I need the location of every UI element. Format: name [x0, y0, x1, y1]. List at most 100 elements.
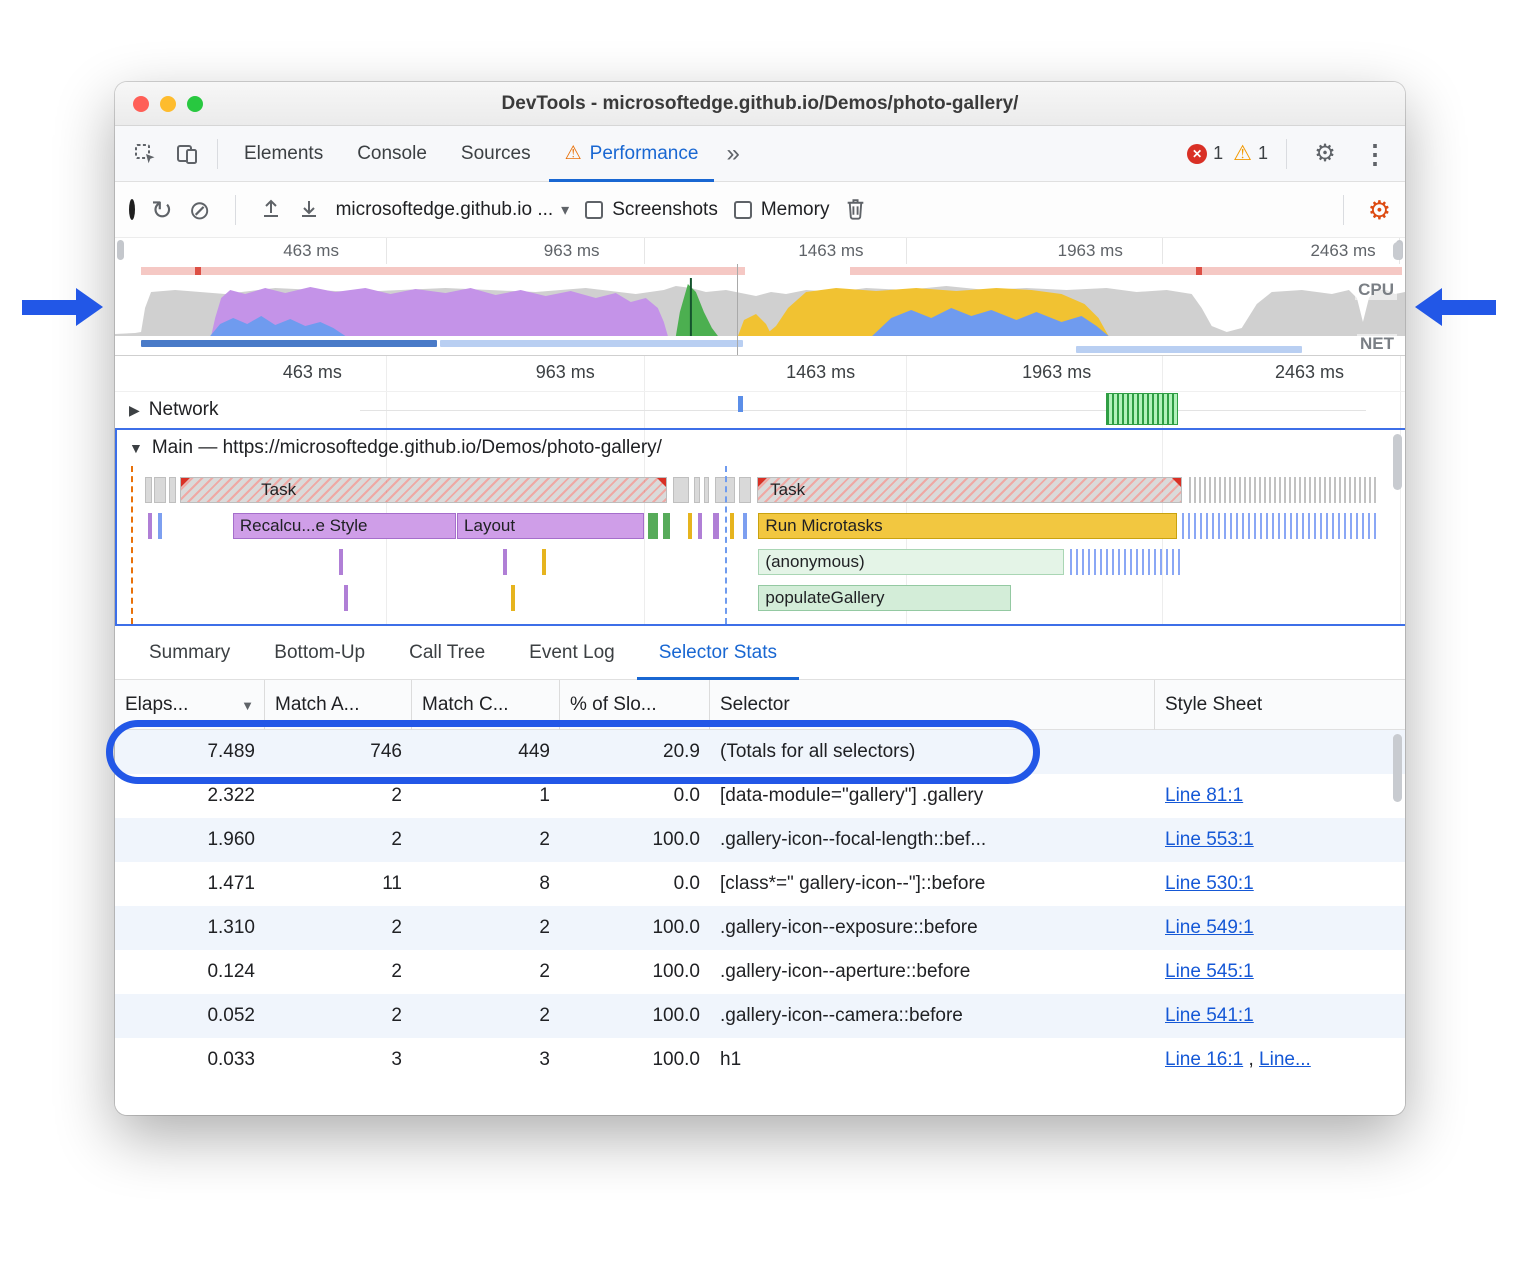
event-tick[interactable] [503, 549, 507, 575]
style-sheet-link[interactable]: Line 16:1 [1165, 1049, 1243, 1070]
error-badge[interactable]: ✕ 1 [1187, 143, 1223, 164]
dense-tasks-region[interactable] [1189, 477, 1377, 503]
event-tick[interactable] [663, 513, 670, 539]
annotation-arrow-right-head [1415, 288, 1442, 326]
save-profile-button[interactable] [298, 197, 320, 222]
record-button[interactable] [129, 202, 135, 217]
tab-event-log[interactable]: Event Log [507, 626, 637, 680]
task-bar[interactable]: Task [180, 477, 667, 503]
task-fragment[interactable] [145, 477, 151, 503]
style-sheet-link[interactable]: Line... [1259, 1049, 1311, 1070]
tab-call-tree[interactable]: Call Tree [387, 626, 507, 680]
event-tick[interactable] [511, 585, 515, 611]
tab-summary[interactable]: Summary [127, 626, 252, 680]
anonymous-function-bar[interactable]: (anonymous) [758, 549, 1063, 575]
event-tick[interactable] [148, 513, 152, 539]
column-header-style-sheet[interactable]: Style Sheet [1155, 680, 1405, 730]
more-tabs-button[interactable]: » [716, 126, 749, 182]
dense-events-region[interactable] [1070, 549, 1182, 575]
table-row-totals[interactable]: 7.489 746 449 20.9 (Totals for all selec… [115, 730, 1405, 774]
event-tick[interactable] [158, 513, 162, 539]
event-tick[interactable] [698, 513, 702, 539]
network-track[interactable]: ▶ Network [115, 392, 1405, 428]
history-select[interactable]: microsoftedge.github.io ... ▾ [336, 199, 570, 221]
column-header-elapsed[interactable]: Elaps... ▼ [115, 680, 265, 730]
table-row[interactable]: 1.960 2 2 100.0 .gallery-icon--focal-len… [115, 818, 1405, 862]
table-row[interactable]: 1.471 11 8 0.0 [class*=" gallery-icon--"… [115, 862, 1405, 906]
task-fragment[interactable] [739, 477, 751, 503]
run-microtasks-bar[interactable]: Run Microtasks [758, 513, 1177, 539]
main-thread-track[interactable]: ▼ Main — https://microsoftedge.github.io… [115, 428, 1405, 626]
style-sheet-link[interactable]: Line 553:1 [1165, 829, 1254, 850]
style-sheet-link[interactable]: Line 549:1 [1165, 917, 1254, 938]
zoom-button[interactable] [187, 96, 203, 112]
tab-selector-stats[interactable]: Selector Stats [637, 626, 799, 680]
event-tick[interactable] [688, 513, 692, 539]
minimize-button[interactable] [160, 96, 176, 112]
task-fragment[interactable] [694, 477, 700, 503]
reload-and-record-button[interactable]: ↻ [151, 197, 173, 223]
inspect-element-button[interactable] [125, 134, 165, 174]
cpu-activity-chart[interactable]: CPU [115, 278, 1405, 336]
tab-performance[interactable]: ⚠ Performance [549, 126, 715, 182]
table-row[interactable]: 0.033 3 3 100.0 h1 Line 16:1 , Line... [115, 1038, 1405, 1082]
memory-checkbox[interactable]: Memory [734, 199, 830, 221]
populate-gallery-bar[interactable]: populateGallery [758, 585, 1010, 611]
style-sheet-link[interactable]: Line 530:1 [1165, 873, 1254, 894]
event-tick[interactable] [730, 513, 734, 539]
style-sheet-link[interactable]: Line 545:1 [1165, 961, 1254, 982]
tab-console[interactable]: Console [341, 126, 443, 182]
screenshots-checkbox[interactable]: Screenshots [585, 199, 718, 221]
event-tick[interactable] [713, 513, 719, 539]
cell-match-count: 2 [412, 1005, 560, 1027]
network-request-marker[interactable] [738, 396, 743, 412]
scrollbar-thumb[interactable] [1393, 242, 1402, 260]
style-sheet-link[interactable]: Line 81:1 [1165, 785, 1243, 806]
event-tick[interactable] [648, 513, 658, 539]
network-request-block[interactable] [1106, 393, 1178, 425]
cell-elapsed: 1.471 [115, 873, 265, 895]
dense-events-region[interactable] [1182, 513, 1376, 539]
load-profile-button[interactable] [260, 197, 282, 222]
tab-sources[interactable]: Sources [445, 126, 547, 182]
clear-recording-button[interactable]: ⊘ [189, 197, 211, 223]
task-fragment[interactable] [154, 477, 166, 503]
event-tick[interactable] [344, 585, 348, 611]
style-sheet-link[interactable]: Line 541:1 [1165, 1005, 1254, 1026]
task-fragment[interactable] [673, 477, 688, 503]
overview-ruler: 463 ms 963 ms 1463 ms 1963 ms 2463 ms [115, 238, 1405, 264]
disclosure-expanded-icon[interactable]: ▼ [129, 440, 143, 456]
close-button[interactable] [133, 96, 149, 112]
scrollbar-thumb[interactable] [1393, 734, 1402, 802]
layout-bar[interactable]: Layout [457, 513, 644, 539]
event-tick[interactable] [743, 513, 747, 539]
task-fragment[interactable] [169, 477, 177, 503]
column-header-match-attempts[interactable]: Match A... [265, 680, 412, 730]
tab-bottom-up[interactable]: Bottom-Up [252, 626, 387, 680]
table-row[interactable]: 0.124 2 2 100.0 .gallery-icon--aperture:… [115, 950, 1405, 994]
warning-badge[interactable]: ⚠ 1 [1233, 143, 1268, 164]
more-menu-button[interactable]: ⋮ [1355, 134, 1395, 174]
scrollbar-thumb[interactable] [1393, 434, 1402, 490]
task-fragment[interactable] [704, 477, 709, 503]
capture-settings-button[interactable]: ⚙ [1368, 197, 1391, 223]
collect-garbage-button[interactable] [845, 197, 866, 223]
recalculate-style-bar[interactable]: Recalcu...e Style [233, 513, 456, 539]
zoom-handle-left[interactable] [117, 240, 124, 260]
settings-button[interactable]: ⚙ [1305, 134, 1345, 174]
disclosure-collapsed-icon[interactable]: ▶ [129, 402, 140, 419]
tab-elements[interactable]: Elements [228, 126, 339, 182]
column-header-match-count[interactable]: Match C... [412, 680, 560, 730]
event-tick[interactable] [542, 549, 546, 575]
table-row[interactable]: 1.310 2 2 100.0 .gallery-icon--exposure:… [115, 906, 1405, 950]
column-header-selector[interactable]: Selector [710, 680, 1155, 730]
table-row[interactable]: 0.052 2 2 100.0 .gallery-icon--camera::b… [115, 994, 1405, 1038]
flame-row-tasks: Task Task [117, 477, 1405, 503]
column-header-pct-slow[interactable]: % of Slo... [560, 680, 710, 730]
timeline-overview[interactable]: 463 ms 963 ms 1463 ms 1963 ms 2463 ms [115, 238, 1405, 356]
main-track-label: Main — https://microsoftedge.github.io/D… [152, 437, 662, 459]
device-toolbar-button[interactable] [167, 134, 207, 174]
table-row[interactable]: 2.322 2 1 0.0 [data-module="gallery"] .g… [115, 774, 1405, 818]
event-tick[interactable] [339, 549, 343, 575]
task-bar[interactable]: Task [757, 477, 1182, 503]
